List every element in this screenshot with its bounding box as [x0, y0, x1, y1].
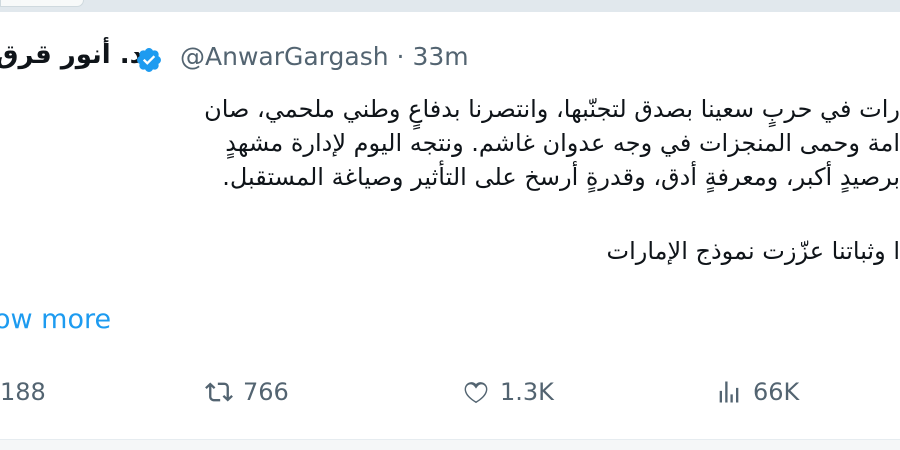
- views-icon: [719, 381, 739, 403]
- display-name[interactable]: د. أنور قرق: [0, 40, 143, 70]
- tweet-line: امة وحمى المنجزات في وجه عدوان غاشم. ونت…: [225, 129, 900, 157]
- handle-and-time: @AnwarGargash · 33m: [180, 42, 469, 71]
- like-button[interactable]: 1.3K: [462, 370, 554, 414]
- show-more-link[interactable]: ow more: [0, 304, 111, 335]
- tweet-line: رات في حربٍ سعينا بصدق لتجنّبها، وانتصرن…: [204, 95, 900, 123]
- separator: ·: [396, 42, 405, 71]
- like-count: 1.3K: [500, 378, 554, 406]
- retweet-count: 766: [243, 378, 289, 406]
- handle[interactable]: @AnwarGargash: [180, 42, 389, 71]
- bottom-divider: [0, 439, 900, 450]
- views-count: 66K: [753, 378, 800, 406]
- heart-icon: [464, 382, 488, 404]
- tweet-actions: 188 766 1.3K 66K: [0, 370, 900, 414]
- views-button[interactable]: 66K: [715, 370, 799, 414]
- reply-count: 188: [0, 378, 46, 406]
- timestamp[interactable]: 33m: [412, 42, 468, 71]
- retweet-button[interactable]: 766: [205, 370, 289, 414]
- verified-badge-icon: [137, 48, 161, 72]
- tweet-line: برصيدٍ أكبر، ومعرفةٍ أدق، وقدرةٍ أرسخ عل…: [222, 163, 900, 191]
- previous-card-edge: [0, 0, 84, 7]
- tweet-text: رات في حربٍ سعينا بصدق لتجنّبها، وانتصرن…: [0, 92, 900, 268]
- tweet-line: ا وثباتنا عزّزت نموذج الإمارات: [606, 237, 900, 265]
- reply-button[interactable]: 188: [0, 370, 46, 414]
- tweet-header: د. أنور قرق @AnwarGargash · 33m: [0, 38, 900, 84]
- retweet-icon: [205, 382, 233, 402]
- top-divider: [0, 0, 900, 12]
